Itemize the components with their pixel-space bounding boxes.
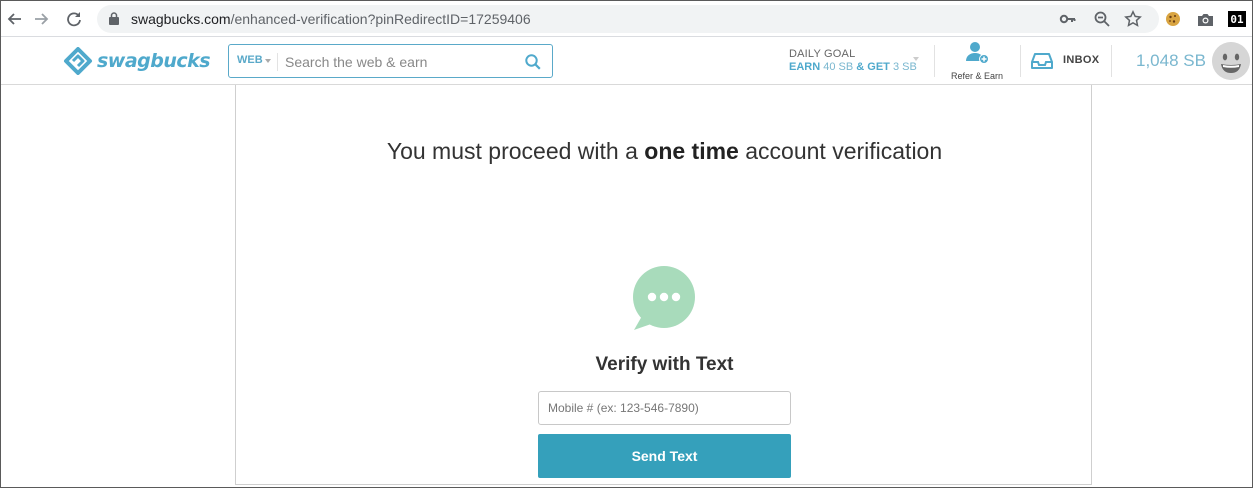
key-icon[interactable] bbox=[1059, 10, 1077, 28]
refer-user-icon bbox=[966, 42, 989, 64]
search-divider bbox=[277, 53, 278, 71]
send-text-button[interactable]: Send Text bbox=[538, 434, 791, 478]
cookie-icon[interactable] bbox=[1164, 10, 1182, 28]
mobile-number-input[interactable] bbox=[538, 391, 791, 425]
headline-emphasis: one time bbox=[644, 138, 739, 164]
divider bbox=[934, 45, 935, 77]
swagbucks-logo-icon bbox=[64, 47, 92, 75]
daily-goal[interactable]: DAILY GOAL EARN 40 SB & GET 3 SB bbox=[789, 48, 917, 74]
reload-icon[interactable] bbox=[63, 8, 85, 30]
search-icon[interactable] bbox=[524, 53, 542, 71]
logo-text: swagbucks bbox=[97, 50, 211, 72]
browser-toolbar: swagbucks.com/enhanced-verification?pinR… bbox=[1, 1, 1252, 37]
site-header: swagbucks WEB DAILY GOAL EARN 40 SB & GE… bbox=[1, 37, 1252, 85]
earn-value: 40 SB bbox=[823, 61, 854, 73]
inbox-link[interactable]: INBOX bbox=[1063, 54, 1099, 66]
avatar[interactable] bbox=[1212, 42, 1250, 80]
divider bbox=[1020, 45, 1021, 77]
back-arrow-icon[interactable] bbox=[3, 8, 25, 30]
daily-goal-title: DAILY GOAL bbox=[789, 48, 856, 60]
search-box: WEB bbox=[228, 44, 553, 78]
zoom-icon[interactable] bbox=[1093, 10, 1111, 28]
address-bar[interactable]: swagbucks.com/enhanced-verification?pinR… bbox=[97, 5, 1159, 33]
forward-arrow-icon[interactable] bbox=[31, 8, 53, 30]
url-host: swagbucks.com bbox=[131, 11, 231, 27]
search-input[interactable] bbox=[285, 51, 505, 73]
camera-icon[interactable] bbox=[1196, 10, 1214, 28]
daily-goal-chevron-icon[interactable] bbox=[913, 57, 919, 61]
extension-badge[interactable]: 01 bbox=[1228, 11, 1246, 27]
star-icon[interactable] bbox=[1124, 10, 1142, 28]
sb-balance[interactable]: 1,048 SB bbox=[1136, 51, 1206, 71]
swagbucks-logo[interactable]: swagbucks bbox=[63, 46, 211, 76]
url-path: /enhanced-verification?pinRedirectID=172… bbox=[230, 11, 531, 27]
headline-text-end: account verification bbox=[745, 138, 943, 164]
verification-card: You must proceed with a one time account… bbox=[235, 85, 1092, 485]
earn-label: EARN bbox=[789, 61, 821, 73]
headline-text-start: You must proceed with a bbox=[386, 138, 638, 164]
search-scope-dropdown[interactable]: WEB bbox=[237, 54, 263, 66]
verify-title: Verify with Text bbox=[595, 354, 734, 375]
page-headline: You must proceed with a one time account… bbox=[236, 136, 1093, 166]
chevron-down-icon[interactable] bbox=[265, 59, 271, 63]
smiley-avatar-icon bbox=[1212, 42, 1250, 80]
lock-icon bbox=[109, 12, 119, 25]
chat-bubble-icon bbox=[633, 266, 695, 330]
url-text: swagbucks.com/enhanced-verification?pinR… bbox=[131, 11, 531, 27]
daily-goal-detail: EARN 40 SB & GET 3 SB bbox=[789, 61, 917, 74]
refer-label: Refer & Earn bbox=[950, 71, 1004, 81]
inbox-icon[interactable] bbox=[1031, 52, 1053, 70]
divider bbox=[1111, 45, 1112, 77]
refer-and-earn-button[interactable]: Refer & Earn bbox=[945, 41, 1009, 81]
get-value: 3 SB bbox=[892, 61, 917, 73]
get-label: & GET bbox=[856, 61, 890, 73]
